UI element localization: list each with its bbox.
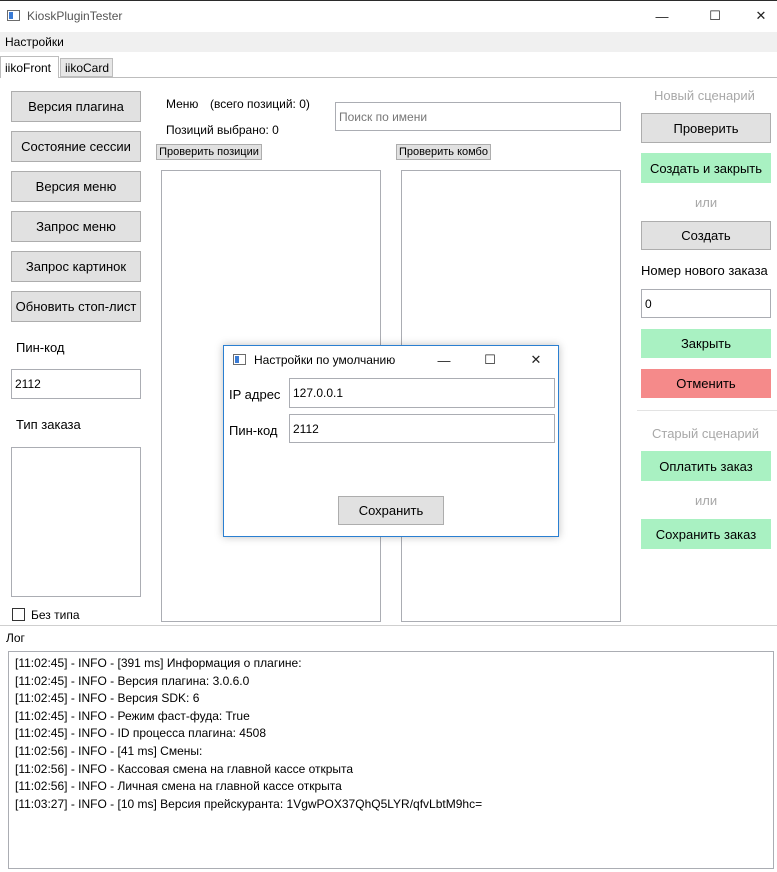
maximize-icon[interactable]: ☐: [692, 1, 738, 31]
total-positions-label: (всего позиций: 0): [210, 97, 310, 111]
log-line: [11:02:56] - INFO - [41 ms] Смены:: [15, 743, 203, 758]
tab-strip-line: [0, 77, 777, 78]
log-line: [11:02:45] - INFO - ID процесса плагина:…: [15, 726, 266, 741]
check-positions-button[interactable]: Проверить позиции: [156, 144, 262, 160]
log-label: Лог: [6, 631, 25, 645]
dialog-pin-code-input[interactable]: 2112: [289, 414, 555, 443]
order-type-label: Тип заказа: [16, 417, 81, 432]
close-order-button[interactable]: Закрыть: [641, 329, 771, 358]
log-line: [11:02:45] - INFO - Режим фаст-фуда: Tru…: [15, 708, 250, 723]
window-title: KioskPluginTester: [27, 9, 123, 23]
create-and-close-button[interactable]: Создать и закрыть: [641, 153, 771, 183]
dialog-window-icon: [233, 354, 246, 365]
update-stoplist-button[interactable]: Обновить стоп-лист: [11, 291, 141, 322]
dialog-close-icon[interactable]: ✕: [514, 346, 558, 374]
new-order-number-label: Номер нового заказа: [641, 263, 768, 278]
selected-positions-label: Позиций выбрано: 0: [166, 123, 279, 137]
new-scenario-label: Новый сценарий: [654, 88, 755, 103]
or-label-1: или: [695, 195, 718, 210]
or-label-2: или: [695, 493, 718, 508]
app-window-icon: [7, 10, 20, 21]
log-line: [11:03:27] - INFO - [10 ms] Версия прейс…: [15, 796, 483, 811]
log-line: [11:02:56] - INFO - Личная смена на глав…: [15, 779, 342, 794]
ip-address-label: IP адрес: [229, 387, 281, 402]
dialog-title: Настройки по умолчанию: [254, 353, 396, 367]
close-icon[interactable]: ✕: [738, 1, 777, 31]
log-line: [11:02:56] - INFO - Кассовая смена на гл…: [15, 761, 354, 776]
old-scenario-label: Старый сценарий: [652, 426, 760, 441]
search-by-name-input[interactable]: Поиск по имени: [335, 102, 621, 131]
minimize-icon[interactable]: —: [639, 1, 685, 31]
pin-code-input[interactable]: 2112: [11, 369, 141, 399]
dialog-minimize-icon[interactable]: —: [422, 346, 466, 374]
tab-iikofront[interactable]: iikoFront: [0, 56, 59, 78]
no-type-checkbox[interactable]: [12, 608, 25, 621]
order-type-list[interactable]: [11, 447, 141, 597]
menu-settings[interactable]: Настройки: [5, 35, 64, 49]
new-order-number-input[interactable]: 0: [641, 289, 771, 318]
dialog-save-button[interactable]: Сохранить: [338, 496, 444, 525]
dialog-pin-code-label: Пин-код: [229, 423, 278, 438]
menu-request-button[interactable]: Запрос меню: [11, 211, 141, 242]
log-line: [11:02:45] - INFO - [391 ms] Информация …: [15, 656, 302, 670]
menu-label: Меню: [166, 97, 199, 111]
check-button[interactable]: Проверить: [641, 113, 771, 143]
pin-code-label: Пин-код: [16, 340, 65, 355]
check-combo-button[interactable]: Проверить комбо: [396, 144, 491, 160]
pay-order-button[interactable]: Оплатить заказ: [641, 451, 771, 481]
ip-address-input[interactable]: 127.0.0.1: [289, 378, 555, 408]
plugin-version-button[interactable]: Версия плагина: [11, 91, 141, 122]
save-order-button[interactable]: Сохранить заказ: [641, 519, 771, 549]
no-type-label: Без типа: [31, 608, 80, 622]
default-settings-dialog: Настройки по умолчанию — ☐ ✕ IP адрес 12…: [223, 345, 559, 537]
menu-bar: [0, 32, 777, 52]
cancel-order-button[interactable]: Отменить: [641, 369, 771, 398]
menu-version-button[interactable]: Версия меню: [11, 171, 141, 202]
session-state-button[interactable]: Состояние сессии: [11, 131, 141, 162]
dialog-maximize-icon[interactable]: ☐: [468, 346, 512, 374]
images-request-button[interactable]: Запрос картинок: [11, 251, 141, 282]
tab-iikocard[interactable]: iikoCard: [60, 58, 113, 77]
create-button[interactable]: Создать: [641, 221, 771, 250]
right-panel-separator: [637, 410, 777, 411]
log-line: [11:02:45] - INFO - Версия плагина: 3.0.…: [15, 673, 250, 688]
log-textbox[interactable]: [11:02:45] - INFO - [391 ms] Информация …: [8, 651, 774, 869]
log-line: [11:02:45] - INFO - Версия SDK: 6: [15, 691, 200, 706]
log-separator: [0, 625, 777, 626]
